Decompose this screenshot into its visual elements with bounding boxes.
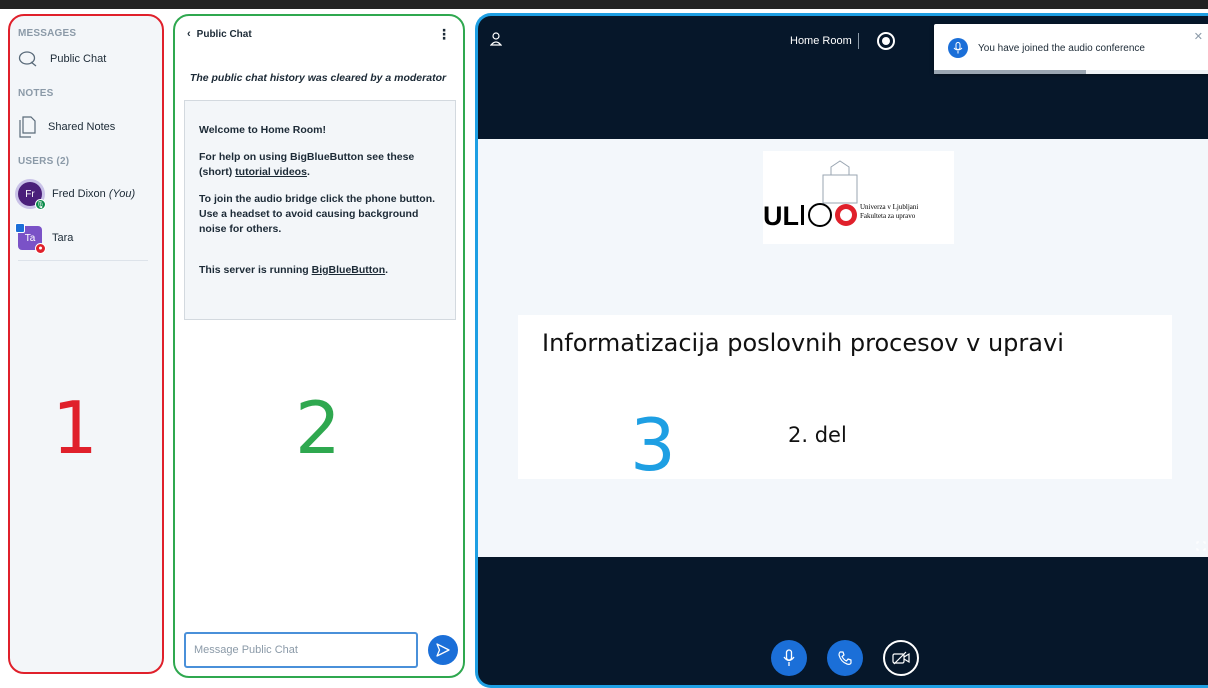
user-list-item-fred[interactable]: Fr 🎙 Fred Dixon (You) bbox=[18, 182, 135, 210]
university-logo: UL Univerza v Ljubljani Fakulteta za upr… bbox=[763, 151, 954, 244]
microphone-badge-icon: 🎙 bbox=[35, 199, 46, 210]
avatar-initials: Fr bbox=[25, 188, 35, 200]
mute-button[interactable] bbox=[771, 640, 807, 676]
toast-progress-bar bbox=[934, 70, 1208, 74]
presenter-badge-icon bbox=[15, 223, 25, 233]
messages-heading: MESSAGES bbox=[18, 28, 77, 39]
slide-title-box: Informatizacija poslovnih procesov v upr… bbox=[518, 315, 1172, 487]
user-list-sidebar: MESSAGES Public Chat NOTES Shared Notes … bbox=[8, 14, 164, 674]
toast-message: You have joined the audio conference bbox=[978, 43, 1145, 54]
user-name: Fred Dixon (You) bbox=[52, 188, 135, 200]
notes-heading: NOTES bbox=[18, 88, 54, 99]
users-heading: USERS (2) bbox=[18, 156, 70, 167]
slide-title: Informatizacija poslovnih procesov v upr… bbox=[542, 329, 1064, 357]
logo-graphic: UL Univerza v Ljubljani Fakulteta za upr… bbox=[763, 160, 918, 231]
send-icon bbox=[436, 643, 450, 657]
avatar: Fr 🎙 bbox=[18, 182, 46, 210]
help-line: For help on using BigBlueButton see thes… bbox=[199, 150, 443, 180]
toast-progress-fill bbox=[934, 70, 1087, 74]
room-name: Home Room bbox=[790, 35, 852, 47]
panel-number-2: 2 bbox=[295, 386, 341, 470]
welcome-message: Welcome to Home Room! For help on using … bbox=[184, 100, 456, 320]
message-input[interactable] bbox=[184, 632, 418, 668]
microphone-icon bbox=[948, 38, 968, 58]
panel-number-1: 1 bbox=[52, 386, 98, 470]
audio-help-line: To join the audio bridge click the phone… bbox=[199, 193, 436, 235]
fullscreen-icon[interactable] bbox=[1196, 541, 1206, 551]
panel-number-3: 3 bbox=[630, 403, 676, 487]
chat-cleared-notice: The public chat history was cleared by a… bbox=[189, 72, 447, 84]
logo-line-1: Univerza v Ljubljani bbox=[860, 203, 918, 211]
header-separator bbox=[858, 33, 859, 49]
record-icon bbox=[882, 37, 890, 45]
bigbluebutton-link[interactable]: BigBlueButton bbox=[312, 264, 386, 276]
record-button[interactable] bbox=[877, 32, 895, 50]
public-chat-panel: ‹ Public Chat ⋮ The public chat history … bbox=[173, 14, 465, 678]
logo-text: UL bbox=[763, 201, 799, 231]
server-prefix: This server is running bbox=[199, 264, 312, 276]
share-camera-button[interactable] bbox=[883, 640, 919, 676]
microphone-icon bbox=[783, 649, 795, 666]
user-name-text: Fred Dixon bbox=[52, 188, 106, 200]
avatar: Ta ● bbox=[15, 223, 46, 254]
send-button[interactable] bbox=[428, 635, 458, 665]
chat-header: ‹ Public Chat ⋮ bbox=[187, 26, 451, 42]
slide-subtitle: 2. del bbox=[788, 423, 847, 447]
server-line: This server is running BigBlueButton. bbox=[199, 263, 443, 278]
shared-notes-label: Shared Notes bbox=[48, 121, 116, 133]
welcome-prefix: Welcome to bbox=[199, 124, 261, 136]
user-name: Tara bbox=[52, 232, 74, 244]
sidebar-divider bbox=[18, 260, 148, 261]
logo-line-2: Fakulteta za upravo bbox=[860, 212, 916, 220]
audio-joined-toast: You have joined the audio conference ✕ bbox=[934, 24, 1208, 74]
camera-off-icon bbox=[892, 651, 910, 665]
chat-bubble-icon bbox=[18, 51, 37, 67]
public-chat-label: Public Chat bbox=[50, 53, 107, 65]
sidebar-item-shared-notes[interactable]: Shared Notes bbox=[18, 116, 115, 138]
user-list-item-tara[interactable]: Ta ● Tara bbox=[15, 223, 74, 254]
chat-title[interactable]: Public Chat bbox=[197, 29, 252, 40]
user-icon[interactable] bbox=[490, 32, 502, 46]
browser-top-bar bbox=[0, 0, 1208, 9]
chevron-left-icon[interactable]: ‹ bbox=[187, 28, 191, 40]
muted-badge-icon: ● bbox=[35, 243, 46, 254]
presentation-slide: UL Univerza v Ljubljani Fakulteta za upr… bbox=[478, 139, 1208, 557]
more-options-icon[interactable]: ⋮ bbox=[437, 27, 451, 41]
leave-audio-button[interactable] bbox=[827, 640, 863, 676]
you-label: (You) bbox=[108, 188, 136, 200]
welcome-room: Home Room bbox=[260, 124, 323, 136]
action-bar bbox=[478, 640, 1208, 680]
sidebar-item-public-chat[interactable]: Public Chat bbox=[18, 50, 106, 68]
phone-icon bbox=[838, 651, 852, 665]
welcome-line: Welcome to Home Room! bbox=[199, 123, 443, 138]
avatar-initials: Ta bbox=[24, 232, 36, 244]
close-icon[interactable]: ✕ bbox=[1194, 30, 1203, 43]
welcome-suffix: ! bbox=[322, 124, 327, 136]
tutorial-videos-link[interactable]: tutorial videos bbox=[235, 166, 307, 178]
notes-icon bbox=[19, 116, 36, 138]
presentation-area: Home Room You have joined the audio conf… bbox=[475, 13, 1208, 688]
help-suffix: . bbox=[306, 166, 310, 178]
server-suffix: . bbox=[385, 264, 389, 276]
